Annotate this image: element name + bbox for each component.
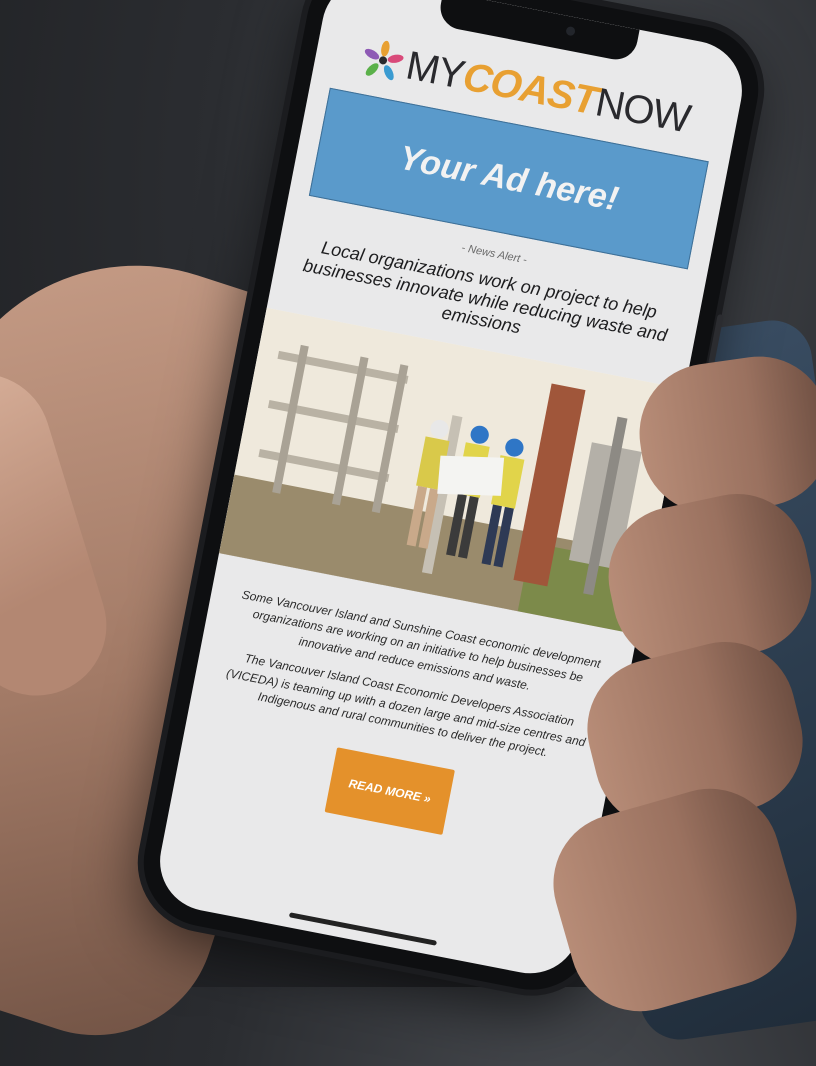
thumb <box>0 356 124 713</box>
logo-mark-icon <box>364 40 404 81</box>
ad-text: Your Ad here! <box>396 138 622 218</box>
read-more-button[interactable]: READ MORE » <box>324 747 455 836</box>
logo-my: MY <box>402 43 468 98</box>
logo-coast: COAST <box>459 54 601 124</box>
logo-now: NOW <box>591 80 694 142</box>
camera-icon <box>565 25 576 37</box>
